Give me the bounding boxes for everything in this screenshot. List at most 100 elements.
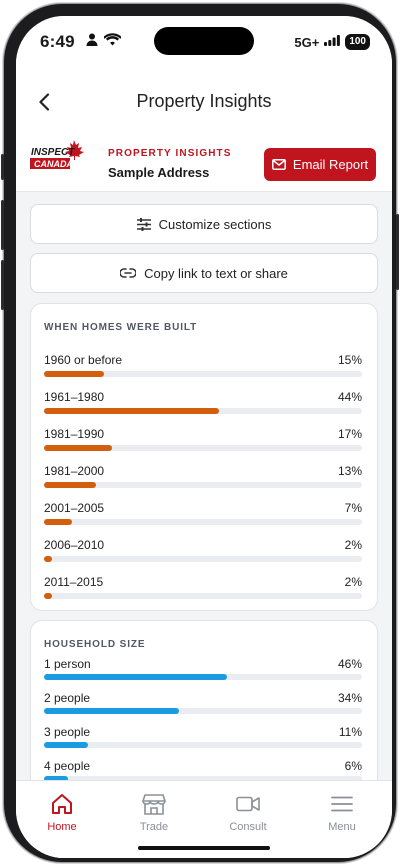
bar-row-label: 1981–2000 (44, 464, 105, 478)
status-time: 6:49 (40, 32, 75, 51)
nav-menu-label: Menu (328, 821, 356, 833)
bar-row-percent: 2% (344, 538, 362, 552)
bar-row-percent: 7% (344, 501, 362, 515)
report-brand-bar: INSPECT CANADA PROPERTY INSIGHTS Sample … (16, 120, 392, 192)
bar-fill (44, 519, 72, 525)
bar-row: 2006–2010 2% (44, 538, 362, 562)
page-title: Property Insights (136, 91, 272, 111)
bar-row-percent: 6% (344, 759, 362, 773)
video-camera-icon (208, 791, 288, 817)
bar-fill (44, 556, 52, 562)
bar-row-label: 2 people (44, 691, 91, 705)
bar-row-label: 2011–2015 (44, 575, 104, 589)
nav-trade-label: Trade (139, 821, 169, 833)
bar-row-percent: 44% (337, 390, 362, 404)
bar-track (44, 708, 362, 714)
bar-fill (44, 445, 112, 451)
bar-track (44, 408, 362, 414)
bar-row-label: 1981–1990 (44, 427, 105, 441)
person-icon (86, 33, 98, 51)
screen: 6:49 5G+ 100 Property Insights INSPECT C… (16, 16, 392, 858)
hamburger-menu-icon (302, 791, 382, 817)
logo-text-inspect: INSPECT (31, 147, 75, 158)
report-eyebrow: PROPERTY INSIGHTS (108, 148, 232, 159)
phone-frame: 6:49 5G+ 100 Property Insights INSPECT C… (1, 4, 399, 862)
bar-row: 1981–1990 17% (44, 427, 362, 451)
home-indicator (138, 846, 270, 850)
phone-volume-up (1, 200, 4, 250)
bar-track (44, 445, 362, 451)
bar-fill (44, 371, 104, 377)
bar-track (44, 519, 362, 525)
nav-home[interactable]: Home (22, 791, 102, 833)
bar-row-percent: 46% (337, 657, 362, 671)
battery-icon: 100 (345, 34, 370, 50)
bar-track (44, 742, 362, 748)
nav-trade[interactable]: Trade (114, 791, 194, 833)
dynamic-island (154, 27, 254, 55)
bar-row: 3 people 11% (44, 725, 362, 748)
customize-sections-button[interactable]: Customize sections (30, 204, 378, 244)
bar-row-percent: 13% (337, 464, 362, 478)
app-header: Property Insights (16, 64, 392, 120)
storefront-icon (114, 791, 194, 817)
phone-volume-down (1, 260, 4, 310)
bar-row-percent: 2% (344, 575, 362, 589)
bar-row: 2011–2015 2% (44, 575, 362, 599)
bar-track (44, 556, 362, 562)
email-report-button[interactable]: Email Report (264, 148, 376, 181)
bar-fill (44, 408, 219, 414)
bar-row-label: 3 people (44, 725, 91, 739)
nav-home-label: Home (47, 821, 77, 833)
copy-link-button[interactable]: Copy link to text or share (30, 253, 378, 293)
bar-row-percent: 15% (337, 353, 362, 367)
bar-row: 1981–2000 13% (44, 464, 362, 488)
nav-menu[interactable]: Menu (302, 791, 382, 833)
bar-row: 1961–1980 44% (44, 390, 362, 414)
bar-fill (44, 482, 96, 488)
bar-row-label: 1961–1980 (44, 390, 105, 404)
bar-row: 1960 or before 15% (44, 353, 362, 377)
bar-row-percent: 34% (337, 691, 362, 705)
nav-consult-label: Consult (229, 821, 267, 833)
bar-track (44, 593, 362, 599)
phone-power-button (396, 214, 399, 290)
bar-track (44, 371, 362, 377)
wifi-icon (103, 33, 122, 51)
bar-row-label: 2001–2005 (44, 501, 105, 515)
nav-consult[interactable]: Consult (208, 791, 288, 833)
copy-link-label: Copy link to text or share (144, 265, 288, 281)
bar-fill (44, 708, 180, 714)
bottom-navigation: Home Trade Consult Menu (16, 780, 392, 858)
bar-row-label: 1960 or before (44, 353, 123, 367)
bar-row-label: 4 people (44, 759, 91, 773)
signal-icon (324, 33, 341, 51)
customize-sections-label: Customize sections (158, 216, 272, 232)
sliders-icon (136, 217, 151, 231)
link-icon (120, 268, 137, 278)
phone-side-button (1, 154, 4, 180)
bar-row: 1 person 46% (44, 657, 362, 680)
bar-fill (44, 674, 227, 680)
household-size-title: HOUSEHOLD SIZE (44, 639, 146, 650)
property-address: Sample Address (108, 165, 210, 180)
logo-text-canada: CANADA (34, 159, 73, 169)
bar-row-percent: 17% (337, 427, 362, 441)
inspect-canada-logo: INSPECT CANADA (30, 138, 92, 172)
bar-row: 2001–2005 7% (44, 501, 362, 525)
bar-fill (44, 742, 88, 748)
bar-track (44, 674, 362, 680)
bar-row-percent: 11% (338, 725, 362, 739)
network-type: 5G+ (294, 34, 320, 50)
envelope-icon (271, 159, 286, 170)
bar-row: 2 people 34% (44, 691, 362, 714)
bar-row-label: 2006–2010 (44, 538, 105, 552)
homes-built-card: WHEN HOMES WERE BUILT 1960 or before 15% 1… (30, 303, 378, 611)
bar-fill (44, 593, 52, 599)
bar-row-label: 1 person (44, 657, 91, 671)
home-icon (22, 791, 102, 817)
email-report-label: Email Report (292, 157, 369, 172)
bar-track (44, 482, 362, 488)
homes-built-title: WHEN HOMES WERE BUILT (44, 322, 198, 333)
bar-row: 4 people 6% (44, 759, 362, 782)
